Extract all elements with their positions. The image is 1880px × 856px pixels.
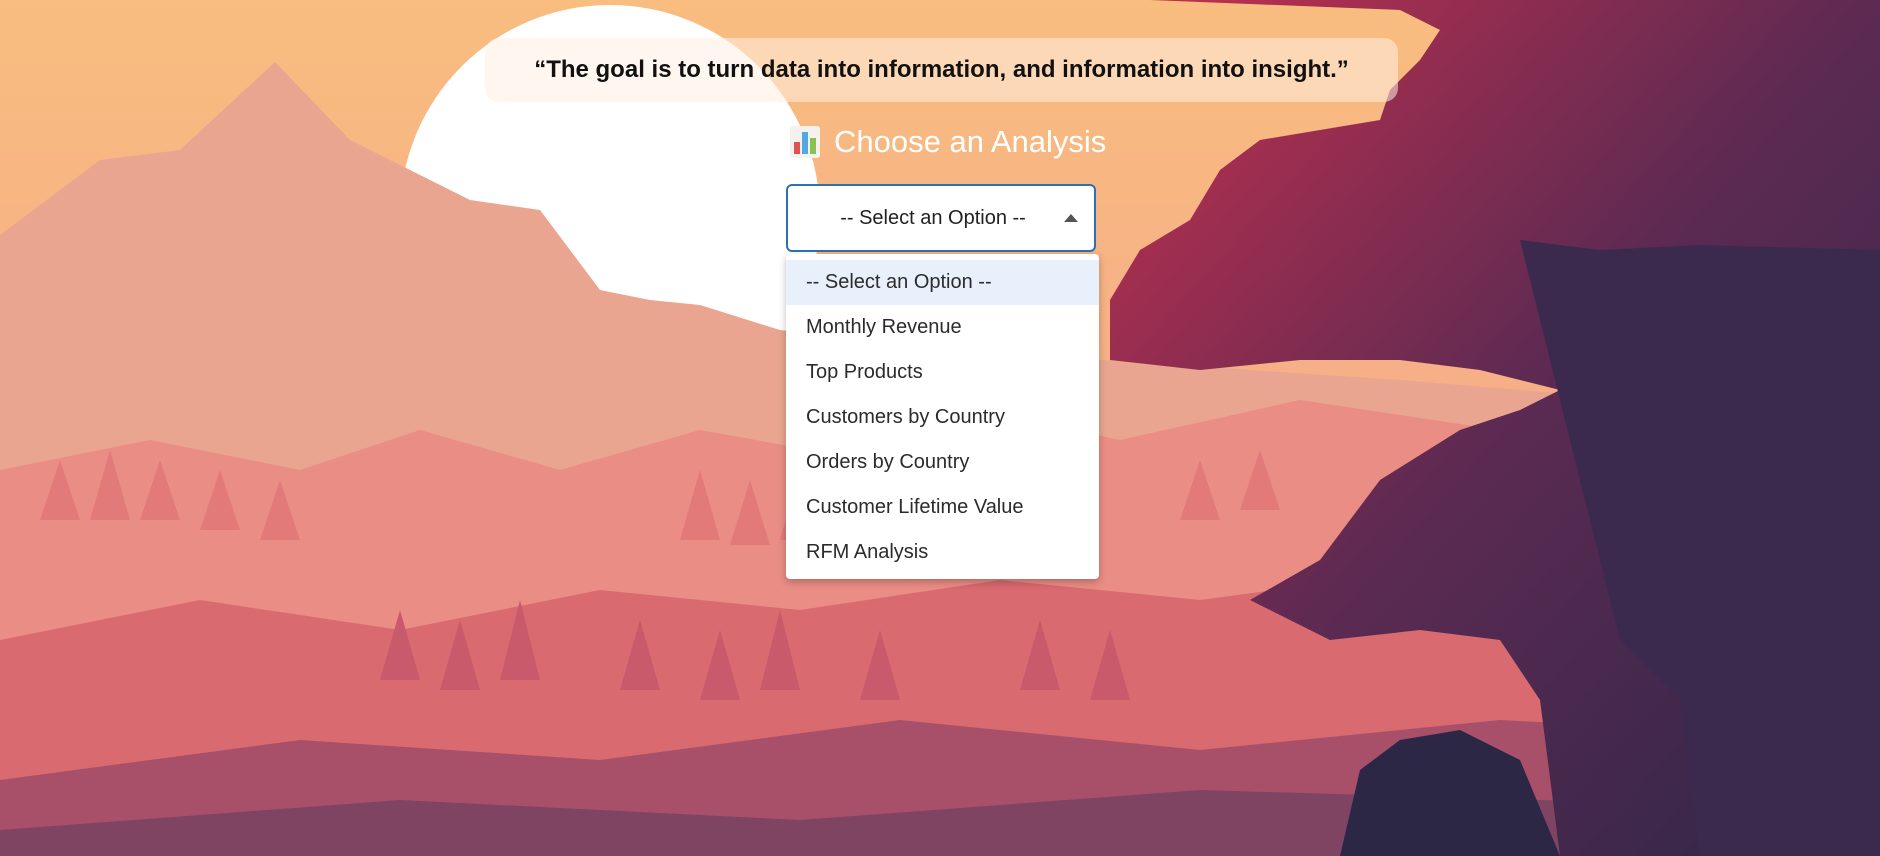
select-current-value: -- Select an Option --: [840, 206, 1026, 229]
analysis-select[interactable]: -- Select an Option --: [786, 184, 1096, 252]
option-customer-lifetime-value[interactable]: Customer Lifetime Value: [786, 485, 1099, 530]
quote-text: “The goal is to turn data into informati…: [534, 56, 1349, 83]
option-top-products[interactable]: Top Products: [786, 350, 1099, 395]
analysis-heading: Choose an Analysis: [790, 120, 1106, 164]
option-monthly-revenue[interactable]: Monthly Revenue: [786, 305, 1099, 350]
option-orders-by-country[interactable]: Orders by Country: [786, 440, 1099, 485]
analysis-options-list: -- Select an Option -- Monthly Revenue T…: [786, 254, 1099, 579]
heading-title: Choose an Analysis: [834, 124, 1107, 159]
caret-up-icon: [1064, 214, 1078, 222]
page-background: “The goal is to turn data into informati…: [0, 0, 1880, 856]
option-placeholder[interactable]: -- Select an Option --: [786, 260, 1099, 305]
option-customers-by-country[interactable]: Customers by Country: [786, 395, 1099, 440]
bar-chart-icon: [790, 126, 820, 158]
option-rfm-analysis[interactable]: RFM Analysis: [786, 530, 1099, 575]
quote-banner: “The goal is to turn data into informati…: [485, 38, 1398, 102]
